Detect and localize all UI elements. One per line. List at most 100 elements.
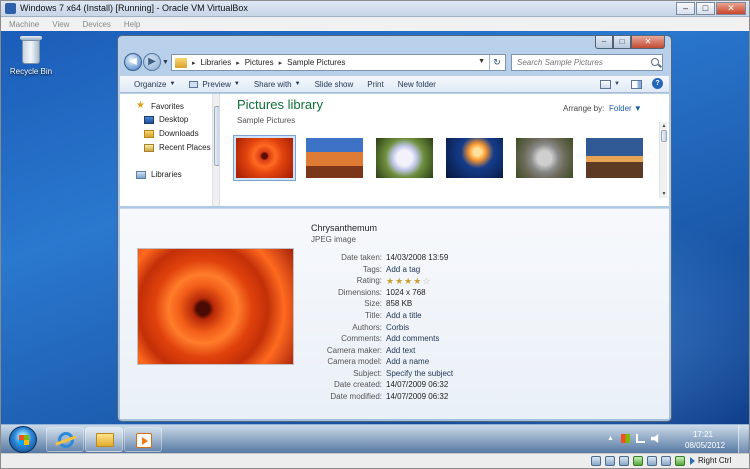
menu-help[interactable]: Help [124,18,140,31]
property-row: Date modified: 14/07/2009 06:32 [330,392,449,401]
menu-machine[interactable]: Machine [9,18,39,31]
back-button[interactable]: ◀ [124,53,142,71]
rating-stars[interactable]: ★ ★ ★ ★ ☆ [386,276,431,287]
shared-folders-icon[interactable] [647,456,657,466]
taskbar-explorer[interactable] [85,427,123,452]
preview-pane-icon[interactable] [631,80,642,89]
camera-maker-field[interactable]: Add text [386,346,415,357]
star-filled-icon[interactable]: ★ [413,276,421,287]
recent-pages-dropdown[interactable]: ▼ [162,59,169,66]
action-center-icon[interactable] [621,434,630,443]
thumbnail-desert[interactable] [303,135,366,181]
chevron-right-icon[interactable]: ▸ [192,59,196,67]
notification-area: ▲ [606,434,666,443]
search-box[interactable] [511,54,663,71]
menu-view[interactable]: View [52,18,69,31]
preview-button[interactable]: Preview ▼ [189,80,240,89]
thumbnail-koala[interactable] [513,135,576,181]
explorer-close-button[interactable]: ✕ [631,36,665,49]
breadcrumb-pictures[interactable]: Pictures [245,58,274,67]
menu-devices[interactable]: Devices [82,18,110,31]
title-field[interactable]: Add a title [386,311,422,322]
file-list-scroll-thumb[interactable] [661,130,667,142]
recycle-bin-label: Recycle Bin [9,67,53,76]
search-icon[interactable] [651,58,659,66]
start-button[interactable] [9,426,37,453]
nav-recent-places[interactable]: Recent Places [144,143,211,152]
close-button[interactable]: ✕ [716,2,746,15]
network-adapter-icon[interactable] [633,456,643,466]
taskbar-media-player[interactable] [124,427,162,452]
breadcrumb-sample-pictures[interactable]: Sample Pictures [287,58,345,67]
library-title: Pictures library [237,97,323,112]
address-dropdown-icon[interactable]: ▼ [478,58,485,65]
clock[interactable]: 17:21 08/05/2012 [685,429,725,451]
thumbnail-chrysanthemum[interactable] [233,135,296,181]
network-icon[interactable] [636,434,645,443]
refresh-icon[interactable]: ↻ [489,55,504,70]
camera-model-field[interactable]: Add a name [386,357,429,368]
tags-field[interactable]: Add a tag [386,265,420,276]
star-filled-icon[interactable]: ★ [395,276,403,287]
nav-libraries[interactable]: Libraries [136,170,182,179]
forward-button[interactable]: ▶ [143,53,161,71]
nav-downloads[interactable]: Downloads [144,129,199,138]
nav-desktop[interactable]: Desktop [144,115,188,124]
view-options-dropdown[interactable]: ▼ [613,78,621,90]
host-key-label: Right Ctrl [698,456,732,465]
navigation-bar: ◀ ▶ ▼ ▸ Libraries ▸ Pictures ▸ Sample Pi… [122,53,667,73]
property-row: Authors: Corbis [352,323,410,334]
property-row: Camera model: Add a name [327,357,430,368]
print-button[interactable]: Print [367,80,383,89]
breadcrumb-libraries[interactable]: Libraries [201,58,232,67]
arrow-icon [690,456,695,465]
maximize-button[interactable]: □ [696,2,715,15]
subject-field[interactable]: Specify the subject [386,369,453,380]
hard-disk-icon[interactable] [591,456,601,466]
chevron-right-icon[interactable]: ▸ [279,59,283,67]
show-hidden-icons[interactable]: ▲ [606,434,615,443]
minimize-button[interactable]: – [676,2,695,15]
internet-explorer-icon [58,432,74,448]
chevron-right-icon[interactable]: ▸ [236,59,240,67]
display-icon[interactable] [661,456,671,466]
taskbar-internet-explorer[interactable] [46,427,84,452]
star-filled-icon[interactable]: ★ [404,276,412,287]
recycle-bin-shortcut[interactable]: Recycle Bin [9,36,53,76]
file-list-scrollbar[interactable]: ▲ ▼ [659,122,667,198]
navpane-scrollbar[interactable] [212,94,219,206]
navpane-scroll-thumb[interactable] [214,106,219,166]
new-folder-button[interactable]: New folder [398,80,436,89]
optical-drive-icon[interactable] [605,456,615,466]
chevron-down-icon: ▼ [169,81,176,87]
scroll-down-icon[interactable]: ▼ [660,191,668,197]
virtualbox-title: Windows 7 x64 (Install) [Running] - Orac… [20,3,248,13]
address-bar[interactable]: ▸ Libraries ▸ Pictures ▸ Sample Pictures… [171,54,506,71]
authors-field[interactable]: Corbis [386,323,409,334]
thumbnail-lighthouse[interactable] [583,135,646,181]
chevron-down-icon: ▼ [633,104,642,113]
explorer-minimize-button[interactable]: – [595,36,613,49]
mouse-integration-icon[interactable] [675,456,685,466]
thumbnail-hydrangeas[interactable] [373,135,436,181]
search-input[interactable] [512,55,642,70]
comments-field[interactable]: Add comments [386,334,439,345]
show-desktop-button[interactable] [738,425,748,454]
scroll-up-icon[interactable]: ▲ [660,123,668,129]
nav-favorites[interactable]: ★ Favorites [136,101,184,111]
share-with-button[interactable]: Share with ▼ [254,80,301,89]
help-icon[interactable]: ? [652,78,663,89]
organize-button[interactable]: Organize ▼ [134,80,175,89]
star-empty-icon[interactable]: ☆ [422,276,430,287]
slide-show-button[interactable]: Slide show [315,80,354,89]
file-type: JPEG image [311,235,356,244]
property-row: Camera maker: Add text [326,346,416,357]
usb-icon[interactable] [619,456,629,466]
arrange-by-dropdown[interactable]: Folder ▼ [609,104,642,113]
clock-time: 17:21 [692,430,714,439]
change-view-icon[interactable] [600,80,611,89]
volume-icon[interactable] [651,434,659,443]
star-filled-icon[interactable]: ★ [386,276,394,287]
explorer-maximize-button[interactable]: □ [613,36,631,49]
thumbnail-jellyfish[interactable] [443,135,506,181]
